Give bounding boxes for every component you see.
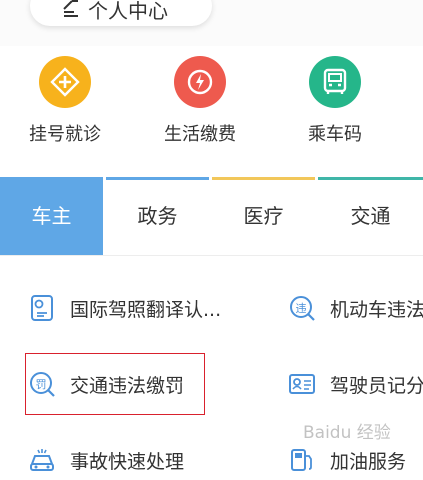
tab-label: 医疗	[243, 204, 284, 228]
tab-accent-line	[212, 177, 315, 180]
quick-service-registration[interactable]: 挂号就诊	[5, 46, 125, 146]
quick-services: 挂号就诊 生活缴费 乘车码	[0, 46, 423, 176]
quick-service-utilities[interactable]: 生活缴费	[140, 46, 260, 146]
tab-car-owner[interactable]: 车主	[0, 177, 103, 255]
watermark: Baidu 经验	[303, 423, 391, 443]
service-label: 加油服务	[330, 451, 407, 473]
license-doc-icon	[28, 294, 56, 322]
service-label: 机动车违法	[330, 299, 423, 321]
service-item-intl-license[interactable]: 国际驾照翻译认...	[28, 288, 268, 328]
accident-car-icon	[28, 446, 56, 474]
power-bolt-icon	[174, 56, 226, 108]
service-label: 事故快速处理	[70, 451, 185, 473]
service-label: 驾驶员记分	[330, 375, 423, 397]
highlight-box	[25, 353, 205, 415]
tab-label: 交通	[350, 204, 391, 228]
violation-search-icon: 违	[288, 294, 316, 322]
profile-center-label: 个人中心	[88, 0, 168, 23]
service-item-accident[interactable]: 事故快速处理	[28, 440, 268, 480]
medical-cross-icon	[39, 56, 91, 108]
tab-label: 政务	[137, 204, 178, 228]
profile-icon	[60, 0, 82, 18]
service-label: 国际驾照翻译认...	[70, 299, 222, 321]
tab-accent-line	[106, 177, 209, 180]
svg-text:违: 违	[296, 302, 307, 315]
profile-center-button[interactable]: 个人中心	[30, 0, 212, 26]
bus-icon	[309, 56, 361, 108]
fuel-pump-icon	[288, 446, 316, 474]
tab-medical[interactable]: 医疗	[212, 177, 315, 255]
service-item-driver-points[interactable]: 驾驶员记分	[288, 364, 423, 404]
quick-service-label: 挂号就诊	[29, 124, 101, 145]
quick-service-label: 乘车码	[308, 124, 362, 145]
tab-label: 车主	[31, 204, 72, 228]
tab-government[interactable]: 政务	[106, 177, 209, 255]
service-item-fuel[interactable]: 加油服务	[288, 440, 423, 480]
quick-service-label: 生活缴费	[164, 124, 236, 145]
service-item-vehicle-violation[interactable]: 违 机动车违法	[288, 288, 423, 328]
tab-accent-line	[318, 177, 423, 180]
id-card-icon	[288, 370, 316, 398]
tab-traffic[interactable]: 交通	[318, 177, 423, 255]
top-bar: 个人中心	[0, 0, 423, 46]
quick-service-bus-code[interactable]: 乘车码	[275, 46, 395, 146]
category-tabs: 车主 政务 医疗 交通	[0, 177, 423, 256]
